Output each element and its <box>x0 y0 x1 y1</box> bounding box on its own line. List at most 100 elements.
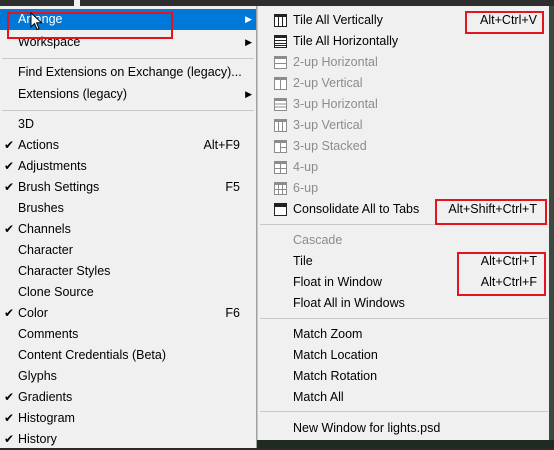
menu-item-label: 6-up <box>293 181 319 195</box>
menu-item-actions[interactable]: ✔ Actions Alt+F9 <box>0 135 256 156</box>
menu-separator <box>260 411 548 412</box>
annotation-box-tile-float-shortcuts <box>457 252 546 296</box>
menu-item-label: 3-up Horizontal <box>293 97 378 111</box>
menu-item-label: Find Extensions on Exchange (legacy)... <box>18 65 242 79</box>
menu-item-new-window[interactable]: New Window for lights.psd <box>258 418 549 439</box>
menu-item-comments[interactable]: Comments <box>0 324 256 345</box>
menu-item-shortcut: Alt+F9 <box>203 138 240 152</box>
menu-item-history[interactable]: ✔ History <box>0 429 256 450</box>
menu-item-label: Glyphs <box>18 369 57 383</box>
menu-item-label: Color <box>18 306 48 320</box>
menu-item-shortcut: F5 <box>225 180 240 194</box>
menu-item-label: 2-up Horizontal <box>293 55 378 69</box>
menu-item-label: 3-up Stacked <box>293 139 367 153</box>
menu-item-cascade[interactable]: Cascade <box>258 230 549 251</box>
menu-item-tile-all-horizontally[interactable]: Tile All Horizontally <box>258 31 549 52</box>
menu-item-3up-vertical[interactable]: 3-up Vertical <box>258 115 549 136</box>
3up-horizontal-icon <box>274 98 287 111</box>
checkmark-icon: ✔ <box>3 306 15 320</box>
menu-item-2up-vertical[interactable]: 2-up Vertical <box>258 73 549 94</box>
menu-item-label: Match Rotation <box>293 369 378 383</box>
checkmark-icon: ✔ <box>3 159 15 173</box>
menu-item-brushes[interactable]: Brushes <box>0 198 256 219</box>
3up-vertical-icon <box>274 119 287 132</box>
menu-item-clone-source[interactable]: Clone Source <box>0 282 256 303</box>
checkmark-icon: ✔ <box>3 222 15 236</box>
menu-item-match-all[interactable]: Match All <box>258 387 549 408</box>
menu-item-match-rotation[interactable]: Match Rotation <box>258 366 549 387</box>
menu-item-label: Tile All Horizontally <box>293 34 399 48</box>
menu-item-label: Extensions (legacy) <box>18 87 128 101</box>
menu-item-content-credentials[interactable]: Content Credentials (Beta) <box>0 345 256 366</box>
annotation-box-consolidate-shortcut <box>435 199 547 225</box>
menu-item-character-styles[interactable]: Character Styles <box>0 261 256 282</box>
menu-item-label: Content Credentials (Beta) <box>18 348 166 362</box>
menu-item-label: Adjustments <box>18 159 87 173</box>
menu-item-label: Brush Settings <box>18 180 100 194</box>
menu-item-label: 3-up Vertical <box>293 118 363 132</box>
menu-item-histogram[interactable]: ✔ Histogram <box>0 408 256 429</box>
canvas-background <box>549 6 554 448</box>
submenu-arrow-icon: ▶ <box>245 37 252 47</box>
checkmark-icon: ✔ <box>3 180 15 194</box>
menu-item-label: New Window for lights.psd <box>293 421 441 435</box>
menu-item-find-extensions[interactable]: Find Extensions on Exchange (legacy)... <box>0 62 256 83</box>
menu-item-label: Character <box>18 243 73 257</box>
menu-item-label: Match All <box>293 390 344 404</box>
menu-item-gradients[interactable]: ✔ Gradients <box>0 387 256 408</box>
menu-item-label: 2-up Vertical <box>293 76 363 90</box>
menu-item-label: Comments <box>18 327 79 341</box>
menu-item-2up-horizontal[interactable]: 2-up Horizontal <box>258 52 549 73</box>
submenu-arrow-icon: ▶ <box>245 14 252 24</box>
menu-item-character[interactable]: Character <box>0 240 256 261</box>
menu-item-label: 4-up <box>293 160 319 174</box>
menu-item-label: Match Zoom <box>293 327 363 341</box>
menu-item-label: Histogram <box>18 411 75 425</box>
checkmark-icon: ✔ <box>3 390 15 404</box>
menu-item-label: Channels <box>18 222 71 236</box>
2up-horizontal-icon <box>274 56 287 69</box>
menu-item-adjustments[interactable]: ✔ Adjustments <box>0 156 256 177</box>
3up-stacked-icon <box>274 140 287 153</box>
menu-item-shortcut: F6 <box>225 306 240 320</box>
checkmark-icon: ✔ <box>3 138 15 152</box>
menu-item-label: Cascade <box>293 233 343 247</box>
menu-item-label: Gradients <box>18 390 73 404</box>
menu-item-3d[interactable]: 3D <box>0 114 256 135</box>
menu-item-color[interactable]: ✔ Color F6 <box>0 303 256 324</box>
menu-item-label: Actions <box>18 138 59 152</box>
menu-separator <box>2 58 254 59</box>
menu-item-label: Float in Window <box>293 275 382 289</box>
menu-item-match-zoom[interactable]: Match Zoom <box>258 324 549 345</box>
menu-item-6up[interactable]: 6-up <box>258 178 549 199</box>
menu-item-3up-horizontal[interactable]: 3-up Horizontal <box>258 94 549 115</box>
menu-item-float-all-in-windows[interactable]: Float All in Windows <box>258 293 549 314</box>
menu-item-label: Match Location <box>293 348 378 362</box>
menu-item-label: 3D <box>18 117 34 131</box>
6up-icon <box>274 182 287 195</box>
menu-item-label: Brushes <box>18 201 64 215</box>
menu-item-glyphs[interactable]: Glyphs <box>0 366 256 387</box>
checkmark-icon: ✔ <box>3 411 15 425</box>
canvas-background-bottom <box>256 440 554 448</box>
menu-item-label: Consolidate All to Tabs <box>293 202 420 216</box>
menu-item-channels[interactable]: ✔ Channels <box>0 219 256 240</box>
annotation-box-tile-vertical-shortcut <box>465 11 544 34</box>
menu-item-4up[interactable]: 4-up <box>258 157 549 178</box>
menu-item-label: Tile All Vertically <box>293 13 383 27</box>
menu-item-brush-settings[interactable]: ✔ Brush Settings F5 <box>0 177 256 198</box>
2up-vertical-icon <box>274 77 287 90</box>
menu-item-match-location[interactable]: Match Location <box>258 345 549 366</box>
menu-item-label: Character Styles <box>18 264 111 278</box>
menu-item-label: History <box>18 432 57 446</box>
window-menu: Arrange ▶ Workspace ▶ Find Extensions on… <box>0 6 257 448</box>
consolidate-tabs-icon <box>274 203 287 216</box>
tile-horizontal-icon <box>274 35 287 48</box>
menu-item-3up-stacked[interactable]: 3-up Stacked <box>258 136 549 157</box>
menu-item-extensions-legacy[interactable]: Extensions (legacy) ▶ <box>0 84 256 105</box>
submenu-arrow-icon: ▶ <box>245 89 252 99</box>
menu-separator <box>260 318 548 319</box>
menu-item-label: Clone Source <box>18 285 94 299</box>
mouse-cursor-icon <box>30 12 43 31</box>
4up-icon <box>274 161 287 174</box>
